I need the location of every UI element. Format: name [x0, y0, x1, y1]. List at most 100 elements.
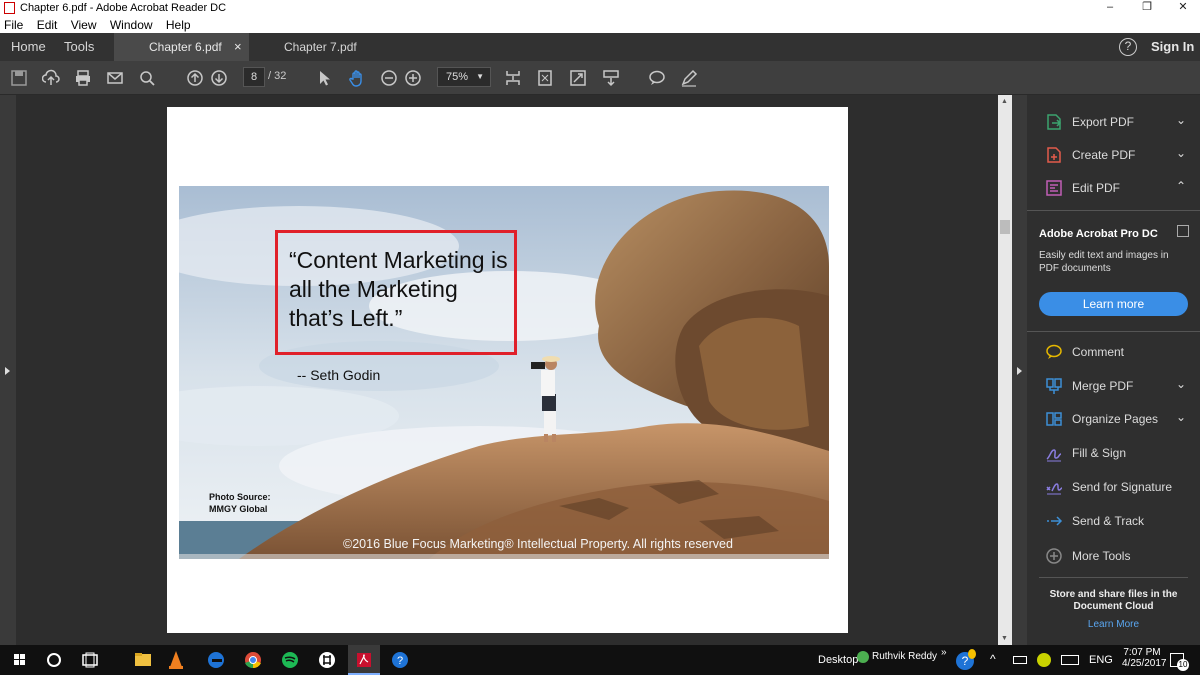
- previous-page-icon[interactable]: [184, 67, 206, 89]
- slack-icon[interactable]: [311, 645, 343, 675]
- fit-page-icon[interactable]: [534, 67, 556, 89]
- spotify-icon[interactable]: [274, 645, 306, 675]
- chevron-down-icon[interactable]: ⌄: [1176, 377, 1186, 391]
- tools-panel: Export PDF ⌄ Create PDF ⌄ Edit PDF ⌃ Ado…: [1027, 95, 1200, 645]
- send-for-signature-tool[interactable]: Send for Signature: [1027, 472, 1200, 502]
- task-view-icon[interactable]: [74, 645, 106, 675]
- photo-source-label: Photo Source:: [209, 492, 271, 502]
- edge-icon[interactable]: [200, 645, 232, 675]
- signature-icon: [1046, 483, 1063, 495]
- help-icon[interactable]: ?: [1119, 38, 1137, 56]
- divider: [1027, 210, 1200, 211]
- send-track-tool[interactable]: Send & Track: [1027, 506, 1200, 536]
- learn-more-button[interactable]: Learn more: [1039, 292, 1188, 316]
- promo-description: Easily edit text and images in PDF docum…: [1039, 250, 1169, 274]
- quote-box: “Content Marketing is all the Marketing …: [275, 230, 517, 355]
- tab-chapter-7[interactable]: Chapter 7.pdf: [249, 33, 384, 61]
- chrome-icon[interactable]: [237, 645, 269, 675]
- merge-pdf-tool[interactable]: Merge PDF ⌄: [1027, 371, 1200, 401]
- desktop-toolbar[interactable]: Desktop: [818, 654, 858, 666]
- close-tab-icon[interactable]: ×: [234, 33, 242, 61]
- comment-tool-icon: [1046, 344, 1062, 359]
- maximize-button[interactable]: ❐: [1127, 0, 1167, 17]
- sign-in-link[interactable]: Sign In: [1151, 33, 1194, 61]
- chevron-up-icon[interactable]: ⌃: [1176, 179, 1186, 193]
- user-name[interactable]: Ruthvik Reddy: [872, 651, 937, 662]
- chevron-double-icon[interactable]: »: [941, 647, 947, 658]
- export-pdf-tool[interactable]: Export PDF ⌄: [1027, 107, 1200, 137]
- copy-icon[interactable]: [1177, 225, 1189, 237]
- save-icon[interactable]: [8, 67, 30, 89]
- vertical-scrollbar[interactable]: ▲ ▼: [998, 95, 1012, 645]
- time: 7:07 PM: [1123, 647, 1161, 658]
- warning-badge-icon: [968, 649, 976, 659]
- zoom-in-icon[interactable]: [402, 67, 424, 89]
- help-app-icon[interactable]: ?: [384, 645, 416, 675]
- photo-source: Photo Source: MMGY Global: [209, 491, 271, 515]
- vlc-icon[interactable]: [160, 645, 192, 675]
- comment-tool[interactable]: Comment: [1027, 337, 1200, 367]
- close-window-button[interactable]: ✕: [1163, 0, 1200, 17]
- chevron-down-icon[interactable]: ⌄: [1176, 410, 1186, 424]
- tool-label: Send & Track: [1072, 514, 1145, 528]
- menu-window[interactable]: Window: [110, 17, 153, 33]
- acrobat-taskbar-icon[interactable]: [348, 645, 380, 675]
- search-icon[interactable]: [136, 67, 158, 89]
- window-title: Chapter 6.pdf - Adobe Acrobat Reader DC: [20, 2, 227, 14]
- expand-arrow-icon: [5, 367, 10, 375]
- fill-sign-tool[interactable]: Fill & Sign: [1027, 438, 1200, 468]
- menu-help[interactable]: Help: [166, 17, 191, 33]
- divider: [1027, 331, 1200, 332]
- next-page-icon[interactable]: [208, 67, 230, 89]
- organize-pages-icon: [1046, 412, 1062, 426]
- file-explorer-icon[interactable]: [127, 645, 159, 675]
- promo-title: Adobe Acrobat Pro DC: [1039, 228, 1158, 240]
- user-status-icon: [857, 651, 869, 663]
- tab-chapter-6[interactable]: Chapter 6.pdf ×: [114, 33, 249, 61]
- tool-label: Create PDF: [1072, 148, 1136, 162]
- organize-pages-tool[interactable]: Organize Pages ⌄: [1027, 404, 1200, 434]
- cortana-icon[interactable]: [38, 645, 70, 675]
- more-tools[interactable]: More Tools: [1027, 541, 1200, 571]
- scroll-thumb[interactable]: [1000, 220, 1010, 234]
- cloud-upload-icon[interactable]: [40, 67, 62, 89]
- highlight-pen-icon[interactable]: [678, 67, 700, 89]
- edit-pdf-tool[interactable]: Edit PDF ⌃: [1027, 173, 1200, 203]
- tray-expand-icon[interactable]: ^: [990, 652, 996, 666]
- left-panel-toggle[interactable]: [0, 95, 16, 645]
- tab-tools[interactable]: Tools: [64, 33, 94, 61]
- read-mode-icon[interactable]: [600, 67, 622, 89]
- create-pdf-tool[interactable]: Create PDF ⌄: [1027, 140, 1200, 170]
- scroll-down-icon[interactable]: ▼: [1001, 635, 1008, 642]
- chevron-down-icon: ▼: [476, 72, 484, 81]
- tab-home[interactable]: Home: [11, 33, 46, 61]
- scroll-mode-icon[interactable]: [502, 67, 524, 89]
- minimize-button[interactable]: –: [1090, 0, 1130, 17]
- keyboard-icon[interactable]: [1061, 655, 1079, 665]
- page-number-input[interactable]: 8: [243, 67, 265, 87]
- scroll-up-icon[interactable]: ▲: [1001, 98, 1008, 105]
- zoom-out-icon[interactable]: [378, 67, 400, 89]
- battery-icon[interactable]: [1013, 656, 1027, 664]
- merge-pdf-icon: [1046, 378, 1062, 394]
- zoom-select[interactable]: 75% ▼: [437, 67, 491, 87]
- windows-start-icon[interactable]: [4, 645, 36, 675]
- language-indicator[interactable]: ENG: [1089, 654, 1113, 666]
- clock[interactable]: 7:07 PM 4/25/2017: [1122, 647, 1167, 669]
- select-cursor-icon[interactable]: [313, 67, 335, 89]
- full-screen-icon[interactable]: [567, 67, 589, 89]
- menu-edit[interactable]: Edit: [37, 17, 58, 33]
- email-icon[interactable]: [104, 67, 126, 89]
- right-panel-toggle[interactable]: [1012, 95, 1027, 645]
- tool-label: More Tools: [1072, 549, 1131, 563]
- chevron-down-icon[interactable]: ⌄: [1176, 113, 1186, 127]
- menu-file[interactable]: File: [4, 17, 23, 33]
- chevron-down-icon[interactable]: ⌄: [1176, 146, 1186, 160]
- menu-view[interactable]: View: [71, 17, 97, 33]
- comment-icon[interactable]: [646, 67, 668, 89]
- tool-label: Organize Pages: [1072, 412, 1159, 426]
- print-icon[interactable]: [72, 67, 94, 89]
- hand-tool-icon[interactable]: [346, 67, 368, 89]
- network-app-icon[interactable]: [1037, 653, 1051, 667]
- cloud-learn-more-link[interactable]: Learn More: [1043, 619, 1184, 630]
